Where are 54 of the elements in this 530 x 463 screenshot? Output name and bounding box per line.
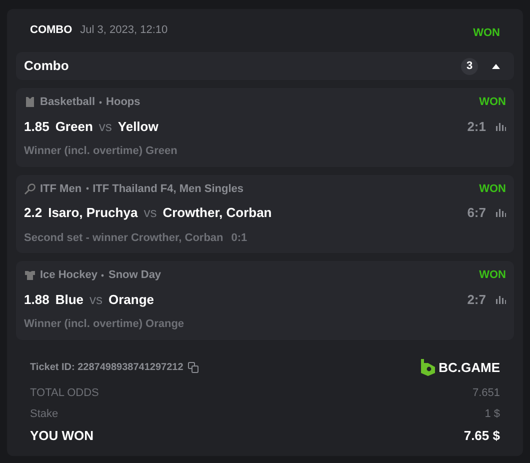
sport-name: ITF Men: [40, 182, 82, 196]
separator-dot-icon: [101, 274, 104, 277]
brand-name: BC.GAME: [438, 358, 500, 376]
summary-label: YOU WON: [30, 427, 94, 445]
market-text: Second set - winner Crowther, Corban: [24, 230, 224, 246]
bet-date: Jul 3, 2023, 12:10: [80, 22, 168, 38]
stats-icon[interactable]: [496, 294, 506, 304]
sport-name: Ice Hockey: [40, 268, 98, 283]
summary-value: 7.65 $: [464, 427, 500, 445]
stats-icon[interactable]: [496, 208, 506, 218]
home-team: Green: [55, 118, 93, 136]
summary-label: Stake: [30, 406, 58, 422]
market-score: 0:1: [231, 230, 248, 246]
bet-type: COMBO: [30, 22, 72, 38]
away-team: Yellow: [118, 118, 158, 136]
jersey-icon: [24, 269, 36, 282]
home-team: Isaro, Pruchya: [48, 204, 138, 222]
score: 2:7: [467, 290, 486, 308]
versus-label: vs: [89, 290, 102, 308]
score: 6:7: [467, 204, 486, 222]
sport-name: Basketball: [40, 95, 96, 110]
odds: 1.88: [24, 290, 50, 308]
odds: 2.2: [24, 204, 42, 222]
away-team: Crowther, Corban: [162, 204, 272, 222]
caret-up-icon[interactable]: [492, 64, 500, 68]
status-label: WON: [479, 95, 506, 110]
status-label: WON: [479, 268, 506, 283]
copy-icon[interactable]: [188, 362, 200, 373]
ticket-id: Ticket ID: 2287498938741297212: [30, 360, 184, 375]
separator-dot-icon: [86, 187, 89, 190]
league-name: Hoops: [106, 95, 140, 110]
market-text: Winner (incl. overtime) Green: [24, 144, 178, 159]
count-badge: 3: [461, 58, 478, 74]
away-team: Orange: [108, 290, 154, 309]
status-label: WON: [479, 182, 506, 196]
combo-title: Combo: [24, 57, 69, 76]
score: 2:1: [467, 118, 486, 136]
logo-icon: [420, 358, 435, 376]
versus-label: vs: [98, 118, 112, 136]
tennis-racket-icon: [24, 182, 36, 195]
status-label: WON: [473, 27, 500, 39]
separator-dot-icon: [99, 100, 102, 104]
summary-value: 1 $: [484, 406, 500, 422]
combo-header[interactable]: Combo 3: [16, 52, 514, 80]
league-name: Snow Day: [108, 268, 162, 283]
odds: 1.85: [24, 118, 50, 136]
stats-icon[interactable]: [496, 122, 506, 131]
summary-value: 7.651: [472, 386, 500, 401]
jersey-icon: [24, 96, 36, 108]
market-text: Winner (incl. overtime) Orange: [24, 317, 184, 332]
summary-label: TOTAL ODDS: [30, 386, 99, 401]
versus-label: vs: [144, 204, 157, 222]
home-team: Blue: [55, 290, 84, 308]
league-name: ITF Thailand F4, Men Singles: [92, 182, 244, 196]
